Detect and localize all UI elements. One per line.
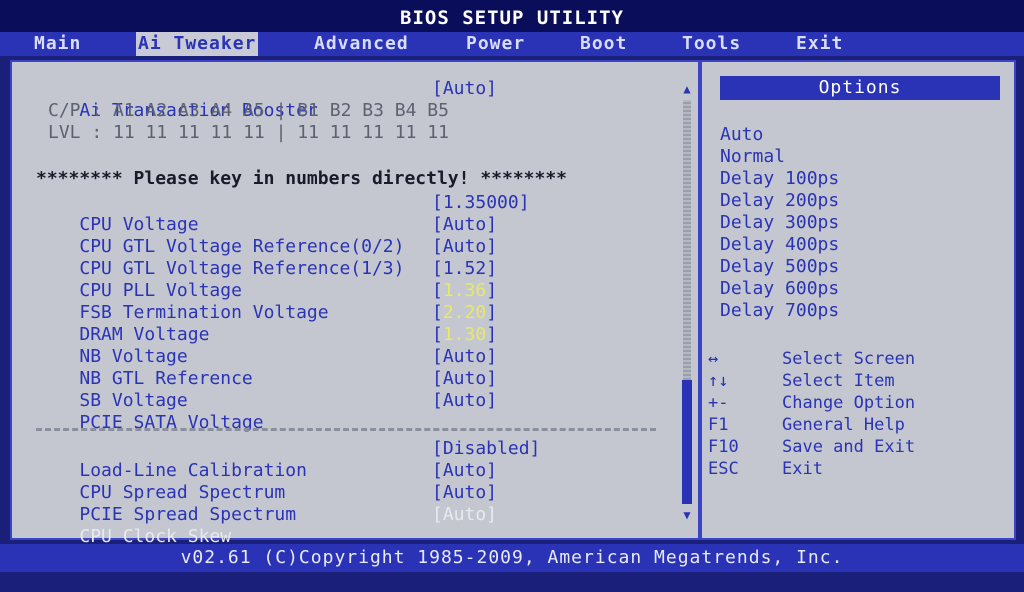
setting-pcie-spread-spectrum[interactable]: PCIE Spread Spectrum [Auto] (36, 482, 497, 525)
help-desc: Change Option (782, 393, 916, 413)
setting-load-line-calibration[interactable]: Load-Line Calibration [Disabled] (36, 438, 540, 481)
options-panel: Options Auto Normal Delay 100ps Delay 20… (700, 60, 1016, 540)
copyright-footer: v02.61 (C)Copyright 1985-2009, American … (0, 544, 1024, 572)
setting-cpu-clock-skew[interactable]: CPU Clock Skew [Auto] (36, 504, 497, 547)
scrollbar[interactable]: ▲ ▼ (680, 82, 694, 522)
setting-fsb-termination-voltage[interactable]: FSB Termination Voltage [1.36] (36, 280, 497, 323)
setting-nb-gtl-reference[interactable]: NB GTL Reference [Auto] (36, 346, 497, 389)
setting-value: [Auto] (432, 346, 498, 367)
help-desc: General Help (782, 415, 905, 435)
setting-value: [2.20] (432, 302, 498, 323)
setting-value: [Auto] (432, 236, 498, 257)
scroll-down-arrow-icon[interactable]: ▼ (680, 508, 694, 522)
setting-value: [Auto] (432, 78, 498, 99)
setting-cpu-gtl-ref-13[interactable]: CPU GTL Voltage Reference(1/3) [Auto] (36, 236, 497, 279)
help-general-help: F1 General Help (708, 414, 1008, 436)
setting-value: [Auto] (432, 504, 498, 525)
help-select-item: ↑↓ Select Item (708, 370, 1008, 392)
options-header: Options (720, 76, 1000, 100)
option-item[interactable]: Auto (720, 124, 763, 146)
plus-minus-key: +- (708, 393, 729, 413)
setting-value: [Auto] (432, 482, 498, 503)
option-item[interactable]: Normal (720, 146, 785, 168)
scroll-rail (683, 100, 691, 380)
menu-bar: Main Ai Tweaker Advanced Power Boot Tool… (0, 32, 1024, 56)
setting-sb-voltage[interactable]: SB Voltage [Auto] (36, 368, 497, 411)
f10-key: F10 (708, 437, 739, 457)
option-item[interactable]: Delay 300ps (720, 212, 839, 234)
option-item[interactable]: Delay 200ps (720, 190, 839, 212)
help-select-screen: ↔ Select Screen (708, 348, 1008, 370)
help-desc: Save and Exit (782, 437, 916, 457)
option-item[interactable]: Delay 400ps (720, 234, 839, 256)
help-desc: Select Item (782, 371, 895, 391)
help-save-exit: F10 Save and Exit (708, 436, 1008, 458)
help-exit: ESC Exit (708, 458, 1008, 480)
lvl-line: LVL : 11 11 11 11 11 | 11 11 11 11 11 (48, 122, 449, 143)
menu-tools[interactable]: Tools (682, 32, 741, 56)
option-item[interactable]: Delay 600ps (720, 278, 839, 300)
window-title: BIOS SETUP UTILITY (0, 0, 1024, 32)
setting-value: [Auto] (432, 460, 498, 481)
setting-cpu-gtl-ref-02[interactable]: CPU GTL Voltage Reference(0/2) [Auto] (36, 214, 497, 257)
setting-cpu-voltage[interactable]: CPU Voltage [1.35000] (36, 192, 529, 235)
setting-cpu-pll-voltage[interactable]: CPU PLL Voltage [1.52] (36, 258, 497, 301)
setting-value: [1.30] (432, 324, 498, 345)
notice-text: ******** Please key in numbers directly!… (36, 168, 568, 189)
menu-power[interactable]: Power (466, 32, 525, 56)
scroll-thumb[interactable] (682, 380, 692, 504)
setting-value: [1.52] (432, 258, 498, 279)
main-panel: Ai Transaction Booster [Auto] C/P : A1 A… (10, 60, 700, 547)
setting-value: [1.36] (432, 280, 498, 301)
option-item[interactable]: Delay 100ps (720, 168, 839, 190)
setting-cpu-spread-spectrum[interactable]: CPU Spread Spectrum [Auto] (36, 460, 497, 503)
f1-key: F1 (708, 415, 729, 435)
esc-key: ESC (708, 459, 739, 479)
scroll-up-arrow-icon[interactable]: ▲ (680, 82, 694, 96)
help-desc: Select Screen (782, 349, 916, 369)
menu-main[interactable]: Main (34, 32, 81, 56)
help-desc: Exit (782, 459, 823, 479)
setting-ai-transaction-booster[interactable]: Ai Transaction Booster [Auto] (36, 78, 497, 121)
setting-value: [Auto] (432, 390, 498, 411)
setting-nb-voltage[interactable]: NB Voltage [1.30] (36, 324, 497, 367)
setting-pcie-sata-voltage[interactable]: PCIE SATA Voltage [Auto] (36, 390, 497, 433)
setting-value: [Auto] (432, 368, 498, 389)
setting-value: [Auto] (432, 214, 498, 235)
menu-ai-tweaker[interactable]: Ai Tweaker (136, 32, 259, 56)
option-item[interactable]: Delay 500ps (720, 256, 839, 278)
setting-value: [Disabled] (432, 438, 541, 459)
menu-advanced[interactable]: Advanced (314, 32, 409, 56)
setting-value: [1.35000] (432, 192, 530, 213)
option-item[interactable]: Delay 700ps (720, 300, 839, 322)
setting-dram-voltage[interactable]: DRAM Voltage [2.20] (36, 302, 497, 345)
up-down-arrow-icon: ↑↓ (708, 371, 729, 391)
left-right-arrow-icon: ↔ (708, 349, 719, 369)
menu-boot[interactable]: Boot (580, 32, 627, 56)
cp-line: C/P : A1 A2 A3 A4 A5 | B1 B2 B3 B4 B5 (48, 100, 449, 121)
help-change-option: +- Change Option (708, 392, 1008, 414)
menu-exit[interactable]: Exit (796, 32, 843, 56)
